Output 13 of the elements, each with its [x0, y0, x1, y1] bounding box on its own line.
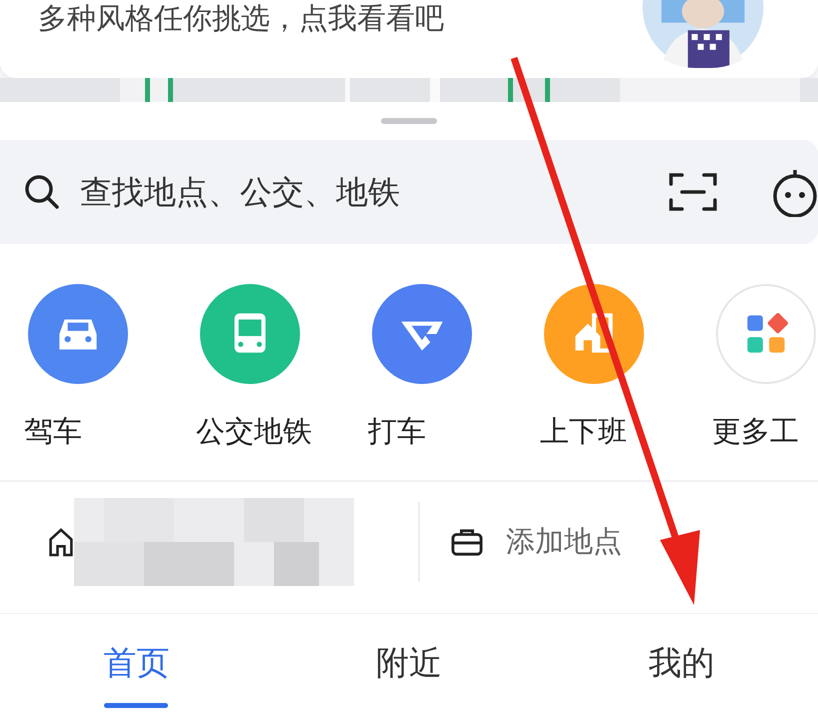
- tool-label: 更多工: [712, 413, 799, 450]
- search-field[interactable]: 查找地点、公交、地铁: [78, 172, 652, 212]
- tool-label: 打车: [368, 413, 426, 450]
- briefcase-icon: [450, 527, 484, 557]
- tool-label: 公交地铁: [196, 413, 312, 450]
- search-bar[interactable]: 查找地点、公交、地铁: [0, 140, 818, 244]
- drag-handle[interactable]: [381, 118, 437, 124]
- banner-text: 多种风格任你挑选，点我看看吧: [38, 0, 444, 36]
- add-place-button[interactable]: 添加地点: [420, 522, 622, 562]
- house-icon: [48, 527, 74, 557]
- banner-card[interactable]: 多种风格任你挑选，点我看看吧: [0, 0, 818, 78]
- tool-label: 驾车: [24, 413, 82, 450]
- tool-label: 上下班: [540, 413, 627, 450]
